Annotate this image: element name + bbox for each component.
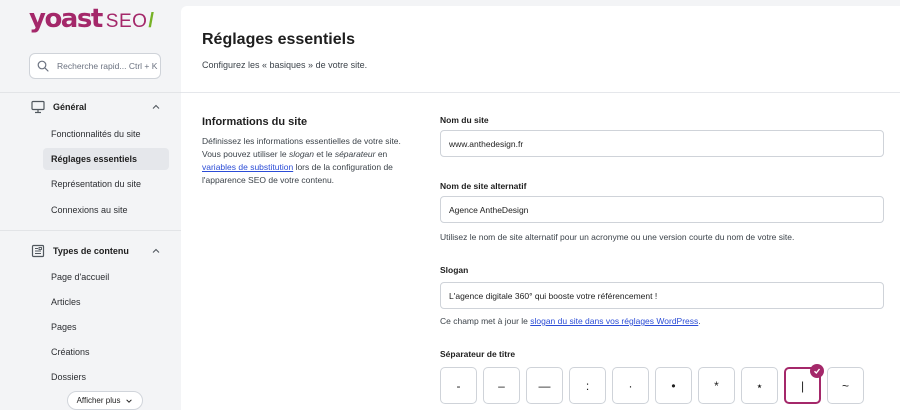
desktop-icon [31, 100, 45, 114]
separator-option[interactable]: - [440, 367, 477, 404]
desc-separator: séparateur [334, 149, 376, 159]
sidebar-item-site-representation[interactable]: Représentation du site [43, 173, 169, 195]
chevron-up-icon [152, 104, 160, 109]
help-text: . [698, 316, 701, 326]
site-name-input[interactable]: www.anthedesign.fr [440, 130, 884, 157]
sidebar-group-general-label: Général [53, 102, 87, 112]
separator-option[interactable]: ~ [827, 367, 864, 404]
chevron-up-icon [152, 248, 160, 253]
sidebar: yoast SEO / Recherche rapid... Ctrl + K … [0, 0, 181, 410]
slogan-label: Slogan [440, 265, 469, 275]
alt-site-name-label: Nom de site alternatif [440, 181, 527, 191]
title-separator-label: Séparateur de titre [440, 349, 516, 359]
section-title: Informations du site [202, 116, 308, 128]
quick-search-input[interactable]: Recherche rapid... Ctrl + K [29, 53, 161, 79]
separator-option[interactable]: · [612, 367, 649, 404]
sidebar-item-pages[interactable]: Pages [43, 316, 169, 338]
page-subtitle: Configurez les « basiques » de votre sit… [202, 60, 368, 70]
separator-symbol: | [800, 378, 805, 393]
desc-text: et le [314, 149, 335, 159]
sidebar-group-general[interactable]: Général [31, 100, 161, 114]
separator-option[interactable]: ⋆ [741, 367, 778, 404]
separator-option[interactable]: • [655, 367, 692, 404]
separator-symbol: - [456, 378, 461, 393]
sidebar-item-site-connections[interactable]: Connexions au site [43, 199, 169, 221]
help-text: Ce champ met à jour le [440, 316, 531, 326]
separator-symbol: · [628, 378, 633, 393]
search-icon [37, 60, 49, 72]
substitution-variables-link[interactable]: variables de substitution [202, 162, 293, 172]
separator-symbol: — [538, 378, 551, 393]
alt-site-name-input[interactable]: Agence AntheDesign [440, 196, 884, 223]
checkmark-icon [810, 364, 824, 378]
wordpress-settings-link[interactable]: slogan du site dans vos réglages WordPre… [530, 316, 698, 326]
separator-symbol: ⋆ [755, 378, 764, 393]
page-title: Réglages essentiels [202, 31, 355, 48]
search-placeholder: Recherche rapid... Ctrl + K [57, 61, 158, 71]
separator-option[interactable]: | [784, 364, 824, 404]
show-more-label: Afficher plus [76, 396, 121, 405]
separator-option[interactable]: * [698, 367, 735, 404]
separator-symbol: • [671, 378, 676, 393]
sidebar-item-folders[interactable]: Dossiers [43, 366, 169, 388]
sidebar-divider [0, 230, 181, 231]
separator-option[interactable]: – [483, 367, 520, 404]
sidebar-item-essential-settings[interactable]: Réglages essentiels [43, 148, 169, 170]
desc-slogan: slogan [288, 149, 315, 159]
yoast-logo[interactable]: yoast SEO / [29, 4, 154, 34]
separator-symbol: : [585, 378, 590, 393]
sidebar-item-posts[interactable]: Articles [43, 291, 169, 313]
desc-text: en [375, 149, 388, 159]
logo-word: yoast [29, 4, 103, 34]
separator-symbol: * [714, 378, 719, 393]
main-panel: Réglages essentiels Configurez les « bas… [181, 6, 900, 410]
title-separator-options: - – —: · • * ⋆ | ~ [440, 364, 864, 404]
sidebar-group-content-types[interactable]: Types de contenu [31, 244, 161, 258]
site-name-label: Nom du site [440, 115, 489, 125]
header-divider [181, 92, 900, 93]
sidebar-item-site-features[interactable]: Fonctionnalités du site [43, 123, 169, 145]
alt-site-name-help: Utilisez le nom de site alternatif pour … [440, 232, 795, 242]
separator-option[interactable]: — [526, 367, 563, 404]
chevron-down-icon [126, 398, 133, 403]
separator-option[interactable]: : [569, 367, 606, 404]
sidebar-divider [0, 92, 181, 93]
slogan-help: Ce champ met à jour le slogan du site da… [440, 316, 701, 326]
separator-symbol: ~ [841, 378, 849, 393]
separator-symbol: – [498, 378, 505, 393]
sidebar-group-content-types-label: Types de contenu [53, 246, 129, 256]
show-more-button[interactable]: Afficher plus [67, 391, 143, 410]
document-icon [31, 244, 45, 258]
section-description: Définissez les informations essentielles… [202, 135, 412, 187]
logo-slash: / [148, 10, 154, 32]
logo-seo: SEO [105, 11, 148, 32]
sidebar-item-creations[interactable]: Créations [43, 341, 169, 363]
sidebar-item-homepage[interactable]: Page d'accueil [43, 266, 169, 288]
slogan-input[interactable]: L'agence digitale 360° qui booste votre … [440, 282, 884, 309]
